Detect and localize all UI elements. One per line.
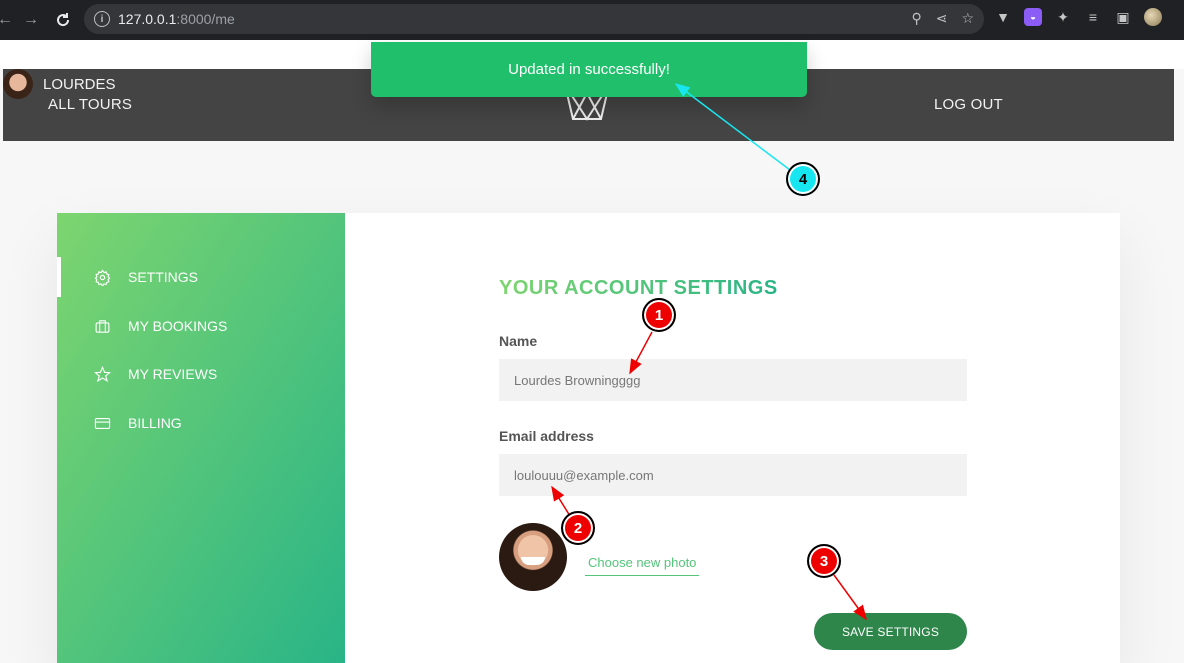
profile-avatar-icon[interactable] <box>1144 8 1162 26</box>
email-label: Email address <box>499 428 594 444</box>
sidebar-item-billing[interactable]: BILLING <box>57 403 345 443</box>
sidebar-item-reviews[interactable]: MY REVIEWS <box>57 354 345 394</box>
zoom-icon[interactable]: ⚲ <box>911 10 921 27</box>
sidebar-item-bookings[interactable]: MY BOOKINGS <box>57 306 345 346</box>
side-panel-icon[interactable]: ▣ <box>1114 8 1132 26</box>
sidebar-item-label: MY REVIEWS <box>128 366 218 382</box>
account-card: SETTINGS MY BOOKINGS MY REVIEWS BILLING … <box>57 213 1120 663</box>
user-sidebar: SETTINGS MY BOOKINGS MY REVIEWS BILLING <box>57 213 345 663</box>
reload-icon[interactable] <box>50 7 76 33</box>
extension-purple-icon[interactable]: ◒ <box>1024 8 1042 26</box>
back-icon[interactable]: ← <box>0 7 18 33</box>
briefcase-icon <box>93 317 111 335</box>
user-photo <box>499 523 567 591</box>
page-title: YOUR ACCOUNT SETTINGS <box>499 277 778 299</box>
bookmark-star-icon[interactable]: ☆ <box>961 10 974 27</box>
annotation-badge-2: 2 <box>561 511 595 545</box>
sidebar-item-label: BILLING <box>128 415 182 431</box>
share-icon[interactable]: ⋖ <box>936 10 948 27</box>
url-path: :8000/me <box>176 11 235 27</box>
forward-icon[interactable]: → <box>18 7 44 33</box>
annotation-badge-3: 3 <box>807 544 841 578</box>
url-host: 127.0.0.1 <box>118 11 177 27</box>
choose-photo-link[interactable]: Choose new photo <box>585 555 700 576</box>
reading-list-icon[interactable]: ≡ <box>1084 8 1102 26</box>
site-info-icon[interactable]: i <box>94 11 110 27</box>
save-settings-button[interactable]: SAVE SETTINGS <box>814 613 967 650</box>
log-out-button[interactable]: LOG OUT <box>934 96 1003 113</box>
extensions-puzzle-icon[interactable]: ✦ <box>1054 8 1072 26</box>
gear-icon <box>93 268 111 286</box>
name-input[interactable] <box>499 359 967 401</box>
avatar[interactable] <box>3 69 33 99</box>
credit-card-icon <box>93 414 111 432</box>
photo-upload-row: Choose new photo <box>499 523 700 591</box>
all-tours-link[interactable]: ALL TOURS <box>48 96 132 113</box>
sidebar-item-label: MY BOOKINGS <box>128 318 228 334</box>
sidebar-item-settings[interactable]: SETTINGS <box>57 257 345 297</box>
name-label: Name <box>499 333 538 349</box>
address-bar[interactable]: i 127.0.0.1:8000/me ⚲ ⋖ ☆ <box>84 4 984 34</box>
email-input[interactable] <box>499 454 967 496</box>
browser-toolbar: ← → i 127.0.0.1:8000/me ⚲ ⋖ ☆ ▼ ◒ ✦ ≡ ▣ <box>0 0 1184 40</box>
star-icon <box>93 365 111 383</box>
account-settings-section: YOUR ACCOUNT SETTINGS Name Email address… <box>345 213 1120 663</box>
user-name[interactable]: LOURDES <box>43 76 116 93</box>
sidebar-item-label: SETTINGS <box>128 269 199 285</box>
vue-devtools-icon[interactable]: ▼ <box>994 8 1012 26</box>
annotation-badge-1: 1 <box>642 298 676 332</box>
annotation-badge-4: 4 <box>786 162 820 196</box>
success-alert: Updated in successfully! <box>371 42 807 97</box>
